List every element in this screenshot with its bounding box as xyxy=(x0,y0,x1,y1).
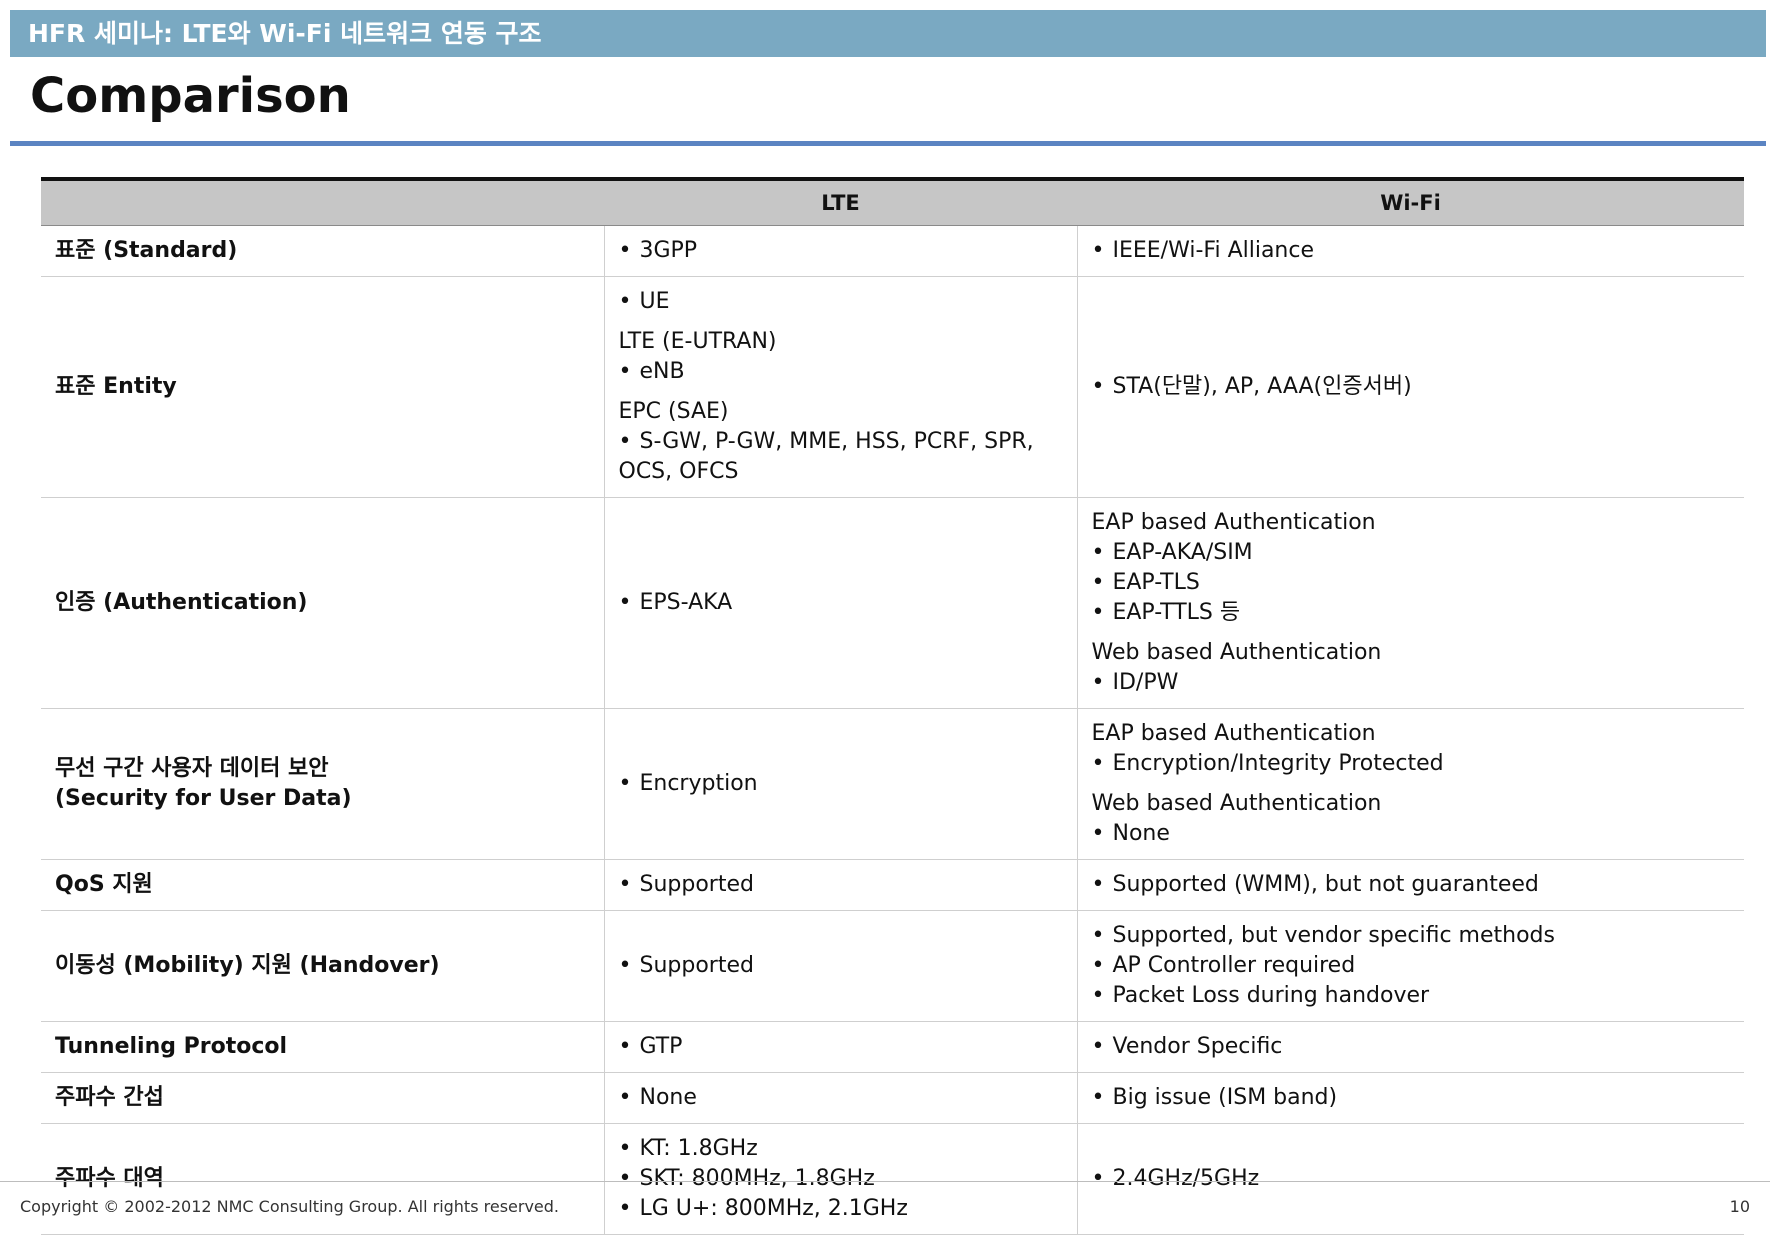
bullet-item: STA(단말), AP, AAA(인증서버) xyxy=(1092,372,1731,402)
feature-label: 무선 구간 사용자 데이터 보안 xyxy=(55,756,329,781)
lte-cell: EPS-AKA xyxy=(603,497,1077,709)
bullet-item: Supported, but vendor specific methods xyxy=(1092,921,1731,951)
bullet-item: Encryption xyxy=(619,769,1063,799)
subheading: Web based Authentication xyxy=(1091,640,1382,665)
bullet-item: EPS-AKA xyxy=(619,588,1063,618)
bullet-item: LG U+: 800MHz, 2.1GHz xyxy=(619,1194,1063,1224)
feature-cell: Tunneling Protocol xyxy=(41,1021,604,1073)
feature-label: (Security for User Data) xyxy=(55,786,352,811)
bullet-item: AP Controller required xyxy=(1092,951,1731,981)
bullet-item: S-GW, P-GW, MME, HSS, PCRF, SPR, OCS, OF… xyxy=(619,427,1063,487)
bullet-item: 2.4GHz/5GHz xyxy=(1092,1164,1731,1194)
wifi-cell: Supported, but vendor specific methodsAP… xyxy=(1076,910,1744,1022)
lte-cell: Supported xyxy=(603,859,1077,911)
feature-cell: 표준 (Standard) xyxy=(41,225,604,277)
bullet-item: Vendor Specific xyxy=(1092,1032,1731,1062)
lte-cell: 3GPP xyxy=(603,225,1077,277)
bullet-item: IEEE/Wi-Fi Alliance xyxy=(1092,236,1731,266)
bullet-item: Encryption/Integrity Protected xyxy=(1092,749,1731,779)
bullet-item: EAP-TTLS 등 xyxy=(1092,598,1731,628)
lte-cell: Encryption xyxy=(603,708,1077,860)
subheading: EPC (SAE) xyxy=(618,399,729,424)
bullet-item: Supported (WMM), but not guaranteed xyxy=(1092,870,1731,900)
subheading: Web based Authentication xyxy=(1091,791,1382,816)
subheading: EAP based Authentication xyxy=(1091,510,1376,535)
bullet-item: ID/PW xyxy=(1092,668,1731,698)
feature-label: 주파수 대역 xyxy=(55,1166,164,1191)
column-header-lte: LTE xyxy=(604,177,1077,226)
bullet-item: UE xyxy=(619,287,1063,317)
feature-label: 인증 (Authentication) xyxy=(55,590,308,615)
bullet-item: Big issue (ISM band) xyxy=(1092,1083,1731,1113)
feature-label: 표준 Entity xyxy=(55,374,177,399)
comparison-table: LTE Wi-Fi 표준 (Standard) 3GPP IEEE/Wi-Fi Al… xyxy=(41,177,1744,1235)
bullet-item: GTP xyxy=(619,1032,1063,1062)
wifi-cell: EAP based Authentication Encryption/Integ… xyxy=(1076,708,1744,860)
column-header-wifi: Wi-Fi xyxy=(1077,177,1744,226)
wifi-cell: Vendor Specific xyxy=(1076,1021,1744,1073)
feature-cell: 표준 Entity xyxy=(41,276,604,498)
table-row: Tunneling Protocol GTP Vendor Specific xyxy=(41,1021,1744,1073)
bullet-item: Supported xyxy=(619,951,1063,981)
bullet-item: None xyxy=(1092,819,1731,849)
copyright-text: Copyright © 2002-2012 NMC Consulting Gro… xyxy=(20,1197,560,1216)
header-title: HFR 세미나: LTE와 Wi-Fi 네트워크 연동 구조 xyxy=(28,19,542,48)
bullet-item: KT: 1.8GHz xyxy=(619,1134,1063,1164)
lte-cell: UE LTE (E-UTRAN) eNB EPC (SAE) S-GW, P-GW, M… xyxy=(603,276,1077,498)
feature-cell: 이동성 (Mobility) 지원 (Handover) xyxy=(41,910,604,1022)
feature-cell: 무선 구간 사용자 데이터 보안 (Security for User Data) xyxy=(41,708,604,860)
wifi-cell: EAP based AuthenticationEAP-AKA/SIMEAP-T… xyxy=(1076,497,1744,709)
subheading: EAP based Authentication xyxy=(1091,721,1376,746)
lte-cell: GTP xyxy=(603,1021,1077,1073)
bullet-item: eNB xyxy=(619,357,1063,387)
feature-label: 주파수 간섭 xyxy=(55,1085,164,1110)
header-bar: HFR 세미나: LTE와 Wi-Fi 네트워크 연동 구조 xyxy=(10,10,1766,57)
bullet-item: 3GPP xyxy=(619,236,1063,266)
title-divider xyxy=(10,141,1766,146)
table-row: QoS 지원 Supported Supported (WMM), but not … xyxy=(41,859,1744,911)
lte-cell: KT: 1.8GHzSKT: 800MHz, 1.8GHzLG U+: 800M… xyxy=(603,1123,1077,1235)
bullet-item: SKT: 800MHz, 1.8GHz xyxy=(619,1164,1063,1194)
wifi-cell: Big issue (ISM band) xyxy=(1076,1072,1744,1124)
wifi-cell: STA(단말), AP, AAA(인증서버) xyxy=(1076,276,1744,498)
table-row: 주파수 대역 KT: 1.8GHzSKT: 800MHz, 1.8GHzLG U+… xyxy=(41,1123,1744,1235)
table-row: 표준 (Standard) 3GPP IEEE/Wi-Fi Alliance xyxy=(41,225,1744,277)
bullet-item: EAP-TLS xyxy=(1092,568,1731,598)
feature-cell: 주파수 대역 xyxy=(41,1123,604,1235)
feature-label: 이동성 (Mobility) 지원 (Handover) xyxy=(55,953,440,978)
bullet-item: Packet Loss during handover xyxy=(1092,981,1731,1011)
bullet-item: Supported xyxy=(619,870,1063,900)
feature-label: 표준 (Standard) xyxy=(55,238,238,263)
wifi-cell: 2.4GHz/5GHz xyxy=(1076,1123,1744,1235)
table-row: 인증 (Authentication) EPS-AKA EAP based Auth… xyxy=(41,497,1744,709)
bullet-item: EAP-AKA/SIM xyxy=(1092,538,1731,568)
table-row: 주파수 간섭 None Big issue (ISM band) xyxy=(41,1072,1744,1124)
feature-cell: QoS 지원 xyxy=(41,859,604,911)
table-row: 무선 구간 사용자 데이터 보안 (Security for User Data)… xyxy=(41,708,1744,860)
wifi-cell: Supported (WMM), but not guaranteed xyxy=(1076,859,1744,911)
footer-divider xyxy=(0,1181,1770,1182)
feature-cell: 주파수 간섭 xyxy=(41,1072,604,1124)
table-row: 표준 Entity UE LTE (E-UTRAN) eNB EPC (SAE) S-GW… xyxy=(41,276,1744,498)
bullet-item: None xyxy=(619,1083,1063,1113)
table-body: 표준 (Standard) 3GPP IEEE/Wi-Fi Alliance 표준 E… xyxy=(41,225,1744,1235)
table-row: 이동성 (Mobility) 지원 (Handover) Supported Sup… xyxy=(41,910,1744,1022)
feature-cell: 인증 (Authentication) xyxy=(41,497,604,709)
column-header-feature xyxy=(41,177,604,226)
table-header-row: LTE Wi-Fi xyxy=(41,177,1744,226)
feature-label: QoS 지원 xyxy=(55,872,153,897)
subheading: LTE (E-UTRAN) xyxy=(618,329,777,354)
lte-cell: Supported xyxy=(603,910,1077,1022)
feature-label: Tunneling Protocol xyxy=(55,1034,288,1059)
page-title: Comparison xyxy=(30,68,351,124)
lte-cell: None xyxy=(603,1072,1077,1124)
wifi-cell: IEEE/Wi-Fi Alliance xyxy=(1076,225,1744,277)
page-number: 10 xyxy=(1729,1197,1750,1216)
